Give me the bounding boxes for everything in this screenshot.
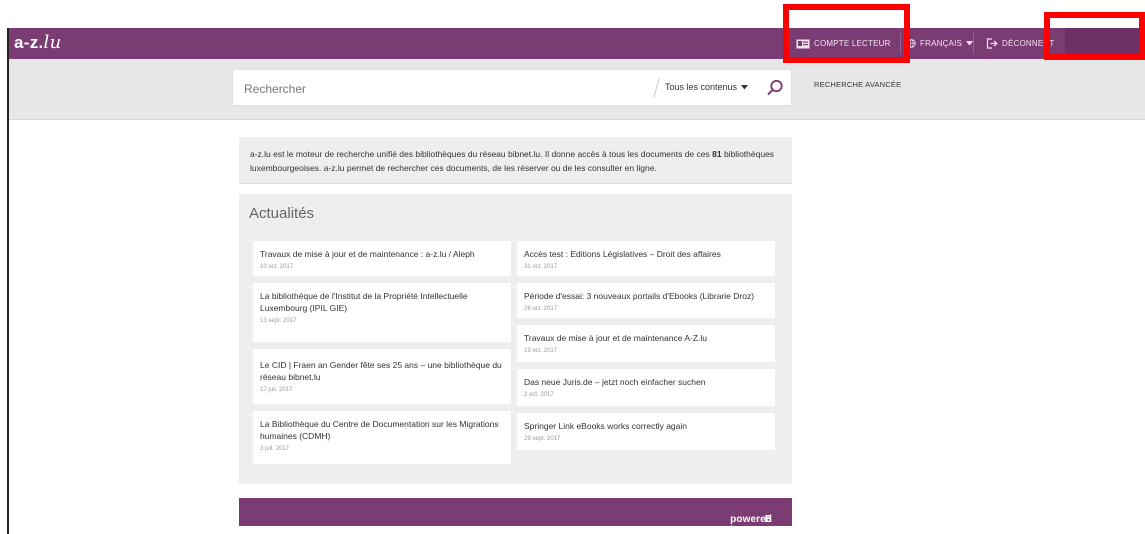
highlight-box-menu [1044, 12, 1145, 60]
scope-label: Tous les contenus [665, 82, 738, 92]
news-item[interactable]: Springer Link eBooks works correctly aga… [517, 413, 775, 450]
news-item[interactable]: Le CID | Fraen an Gender fête ses 25 ans… [253, 349, 511, 404]
news-item[interactable]: La Bibliothèque du Centre de Documentati… [253, 411, 511, 464]
language-selector[interactable]: FRANÇAIS [907, 28, 974, 59]
language-label: FRANÇAIS [920, 39, 963, 48]
news-section: Actualités Travaux de mise à jour et de … [239, 194, 792, 484]
highlight-box-account [783, 4, 910, 63]
news-title: Actualités [249, 205, 315, 222]
nav-divider [973, 33, 974, 54]
sign-out-icon [986, 38, 998, 49]
caret-down-icon [741, 84, 749, 89]
browser-viewport: a-z.lu COMPTE LECTEUR FRANÇAIS DÉCONNECT… [7, 28, 1145, 534]
news-item[interactable]: Accès test : Editions Législatives – Dro… [517, 241, 775, 276]
top-navigation-bar: a-z.lu COMPTE LECTEUR FRANÇAIS DÉCONNECT [9, 28, 1145, 59]
news-item[interactable]: Das neue Juris.de – jetzt noch einfacher… [517, 369, 775, 406]
search-icon[interactable] [765, 78, 785, 98]
intro-text: a-z.lu est le moteur de recherche unifié… [239, 137, 792, 184]
news-item[interactable]: Travaux de mise à jour et de maintenance… [253, 241, 511, 276]
search-box: Tous les contenus [232, 69, 792, 107]
powered-by-footer: powered by B [239, 498, 792, 534]
advanced-search-link[interactable]: RECHERCHE AVANCÉE [814, 80, 901, 89]
news-column-right: Accès test : Editions Législatives – Dro… [517, 241, 775, 457]
news-column-left: Travaux de mise à jour et de maintenance… [253, 241, 511, 471]
scope-divider [653, 78, 660, 98]
search-input[interactable] [233, 70, 646, 107]
news-item[interactable]: La bibliothèque de l'Institut de la Prop… [253, 283, 511, 342]
library-count: 81 [712, 149, 722, 159]
caret-down-icon [966, 41, 974, 46]
news-item[interactable]: Travaux de mise à jour et de maintenance… [517, 325, 775, 362]
site-logo[interactable]: a-z.lu [14, 32, 62, 53]
news-item[interactable]: Période d'essai: 3 nouveaux portails d'E… [517, 283, 775, 318]
scope-dropdown[interactable]: Tous les contenus [665, 82, 749, 92]
search-band: Tous les contenus RECHERCHE AVANCÉE [9, 59, 1145, 120]
